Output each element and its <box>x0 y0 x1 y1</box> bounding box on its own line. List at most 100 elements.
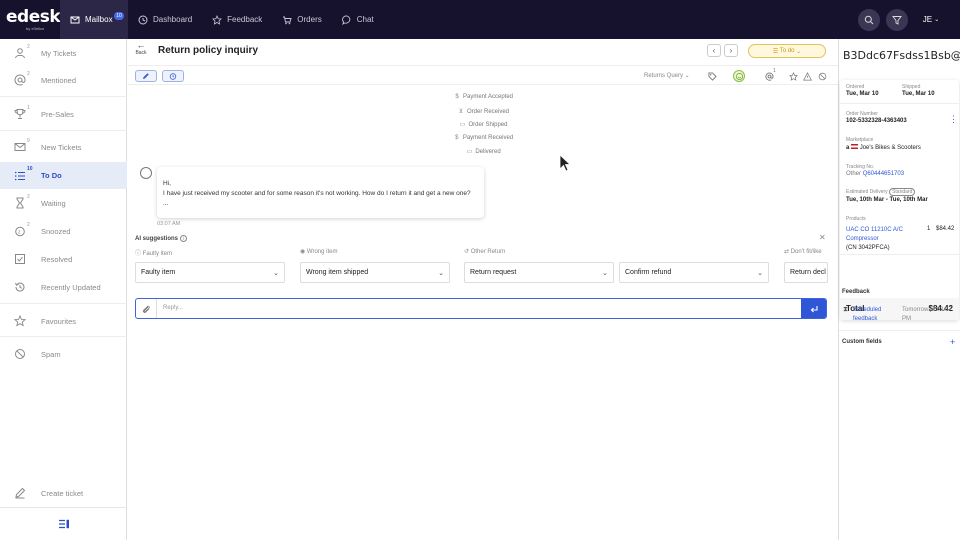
favourite-button[interactable] <box>787 70 799 82</box>
mailbox-sidebar: 2 My Tickets 2 Mentioned 1 Pre-Sales 9 N… <box>0 39 127 540</box>
nav-feedback[interactable]: Feedback <box>202 0 272 39</box>
message-expand[interactable]: ... <box>163 199 478 209</box>
edesk-logo[interactable]: edesk by xSellco <box>0 0 61 39</box>
next-ticket-button[interactable]: › <box>724 44 738 57</box>
ticket-header: ← Back Return policy inquiry ‹ › ☰ To do… <box>128 39 838 65</box>
warning-icon <box>802 71 812 80</box>
query-type-dropdown[interactable]: Returns Query ⌄ <box>644 72 690 79</box>
user-avatar[interactable]: JE ⌄ <box>917 9 945 31</box>
back-button[interactable]: ← Back <box>135 41 147 57</box>
sidebar-item-waiting[interactable]: 2 Waiting <box>0 190 127 216</box>
svg-text:z: z <box>18 230 21 236</box>
reply-box[interactable]: Reply... <box>135 298 827 319</box>
sidebar-item-to-do[interactable]: 10 To Do <box>0 162 127 189</box>
nav-orders[interactable]: Orders <box>272 0 331 39</box>
sidebar-item-mentioned[interactable]: 2 Mentioned <box>0 67 127 93</box>
tracking-label: Tracking No. <box>846 164 875 170</box>
create-ticket-button[interactable]: Create ticket <box>0 480 127 506</box>
customer-email-title: B3Ddc67Fsdss1Bsb@... <box>843 49 960 62</box>
chevron-down-icon: ⌄ <box>438 270 444 277</box>
filter-button[interactable] <box>886 8 908 31</box>
sidebar-item-spam[interactable]: Spam <box>0 341 127 367</box>
timeline-event: $ Payment Received <box>128 135 838 141</box>
more-options-icon[interactable]: ⋮ <box>949 114 958 125</box>
sidebar-item-new-tickets[interactable]: 9 New Tickets <box>0 134 127 160</box>
custom-fields-title: Custom fields <box>842 339 882 345</box>
customer-avatar <box>140 167 152 179</box>
ai-suggestion-dropdown-return[interactable]: Return request ⌄ <box>464 262 614 283</box>
item-count: 2 <box>27 71 30 77</box>
attach-button[interactable] <box>136 299 157 318</box>
edit-button[interactable] <box>135 70 157 82</box>
item-count: 2 <box>27 44 30 50</box>
search-icon <box>864 15 874 24</box>
user-icon <box>13 46 27 60</box>
ai-category-dont-fit: ⇄ Don't fit/like <box>784 248 828 255</box>
list-icon: ☰ <box>772 48 780 55</box>
add-custom-field-icon[interactable]: + <box>950 337 955 347</box>
cart-icon <box>283 16 292 24</box>
ai-suggestion-dropdown-faulty[interactable]: Faulty item ⌄ <box>135 262 285 283</box>
search-button[interactable] <box>858 8 880 31</box>
sidebar-collapse-button[interactable] <box>0 507 127 540</box>
message-greeting: Hi, <box>163 180 171 187</box>
mention-button[interactable]: 1 <box>763 68 776 82</box>
send-button[interactable] <box>801 299 826 318</box>
sentiment-button[interactable] <box>733 70 745 82</box>
warning-button[interactable] <box>801 70 813 82</box>
sidebar-item-recently-updated[interactable]: Recently Updated <box>0 274 127 300</box>
truck-icon: ▭ <box>466 149 473 155</box>
sidebar-item-resolved[interactable]: Resolved <box>0 246 127 272</box>
nav-dashboard[interactable]: Dashboard <box>128 0 202 39</box>
previous-ticket-button[interactable]: ‹ <box>707 44 721 57</box>
dropdown-value: Return request <box>470 269 517 276</box>
list-icon <box>13 169 27 183</box>
tag-icon <box>707 71 717 81</box>
sidebar-item-label: Resolved <box>41 254 73 264</box>
sidebar-item-label: Spam <box>41 349 61 359</box>
product-link[interactable]: UAC CO 11210C A/C Compressor <box>846 226 912 244</box>
create-ticket-label: Create ticket <box>41 488 84 498</box>
scheduled-feedback-link[interactable]: Scheduled feedback <box>853 306 893 324</box>
dropdown-value: Return decl <box>790 269 826 276</box>
spam-button[interactable] <box>816 70 828 82</box>
sidebar-item-snoozed[interactable]: z 2 Snoozed <box>0 218 127 244</box>
close-icon[interactable]: ✕ <box>819 233 826 242</box>
back-label: Back <box>135 50 147 56</box>
status-dropdown[interactable]: ☰ To do ⌄ <box>748 44 826 58</box>
chat-icon <box>341 15 351 25</box>
products-label: Products <box>846 216 866 222</box>
tracking-value[interactable]: Other Q60444651703 <box>846 171 904 177</box>
ai-category-label: Faulty item <box>142 251 173 257</box>
star-icon <box>212 14 223 25</box>
order-number: 102-5332328-4363403 <box>846 118 907 124</box>
timeline-label: Payment Accepted <box>462 94 514 100</box>
ai-suggestion-dropdown-refund[interactable]: Confirm refund ⌄ <box>619 262 769 283</box>
order-details-card: Ordered Tue, Mar 10 Shipped Tue, Mar 10 … <box>840 80 959 320</box>
ai-category-label: Don't fit/like <box>790 249 822 255</box>
ai-title-label: AI suggestions <box>135 236 179 242</box>
message-body: I have just received my scooter and for … <box>163 190 471 197</box>
star-icon <box>13 314 27 328</box>
enter-icon <box>810 305 818 312</box>
item-count: 9 <box>27 138 30 144</box>
chevron-down-icon: ⌄ <box>602 270 608 277</box>
tag-button[interactable] <box>706 70 718 82</box>
ai-suggestion-dropdown-decline[interactable]: Return decl <box>784 262 828 283</box>
snooze-button[interactable] <box>162 70 184 82</box>
ai-suggestion-dropdown-wrong-item[interactable]: Wrong item shipped ⌄ <box>300 262 450 283</box>
chevron-down-icon: ⌄ <box>757 270 763 277</box>
tracking-carrier: Other <box>846 171 862 177</box>
nav-mailbox[interactable]: Mailbox 10 <box>60 0 128 39</box>
nav-chat[interactable]: Chat <box>332 0 384 39</box>
sidebar-item-my-tickets[interactable]: 2 My Tickets <box>0 40 127 66</box>
customer-message: Hi, I have just received my scooter and … <box>157 167 484 218</box>
sidebar-item-favourites[interactable]: Favourites <box>0 308 127 334</box>
truck-icon: ▭ <box>459 122 466 128</box>
smile-icon <box>735 72 743 80</box>
sidebar-item-pre-sales[interactable]: 1 Pre-Sales <box>0 101 127 127</box>
panel-divider <box>839 330 960 331</box>
reply-input[interactable]: Reply... <box>163 305 183 311</box>
timeline-event: ▭ Order Shipped <box>128 121 838 128</box>
sidebar-item-label: To Do <box>41 171 62 180</box>
